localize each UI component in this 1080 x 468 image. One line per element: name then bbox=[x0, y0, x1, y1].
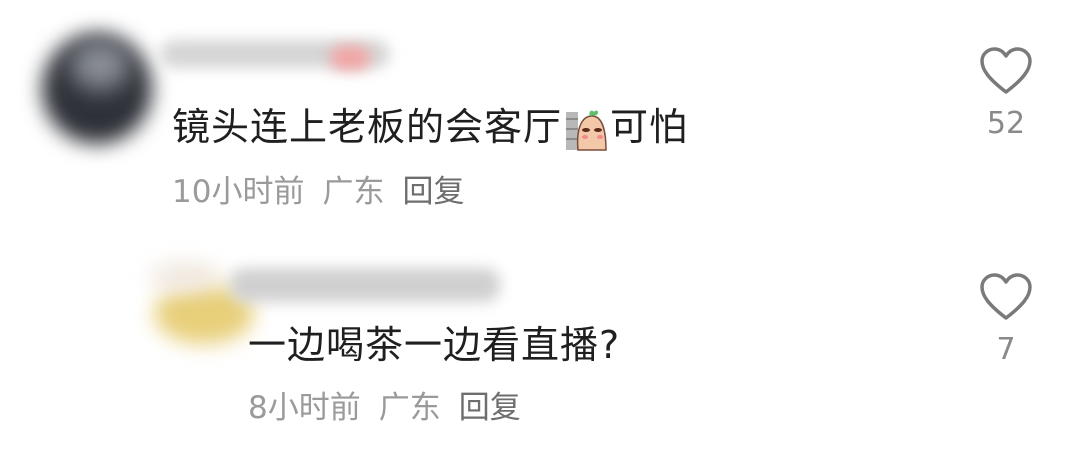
like-count: 52 bbox=[986, 106, 1026, 141]
comment-meta: 10小时前 广东 回复 bbox=[172, 172, 482, 212]
comment-text-part: 镜头连上老板的会客厅 bbox=[172, 105, 563, 149]
like-button[interactable]: 7 bbox=[966, 272, 1046, 368]
comment-text: 镜头连上老板的会客厅 可怕 bbox=[172, 102, 688, 152]
reply-button[interactable]: 回复 bbox=[459, 390, 521, 426]
heart-outline-icon bbox=[980, 273, 1032, 320]
comment-text: 一边喝茶一边看直播? bbox=[248, 323, 621, 367]
like-button[interactable]: 52 bbox=[966, 46, 1046, 142]
username-obscured[interactable] bbox=[220, 254, 510, 324]
like-count: 7 bbox=[996, 332, 1016, 367]
peeking-potato-sticker bbox=[564, 108, 608, 152]
comment-text-part: 可怕 bbox=[610, 105, 689, 149]
avatar[interactable] bbox=[30, 20, 170, 150]
comment-item: 一边喝茶一边看直播? 8小时前 广东 回复 7 bbox=[0, 230, 1080, 468]
comment-item: 镜头连上老板的会客厅 可怕 10小时前 广东 回复 52 bbox=[0, 0, 1080, 230]
reply-button[interactable]: 回复 bbox=[402, 174, 464, 210]
comment-time: 10小时前 bbox=[172, 174, 305, 210]
heart-outline-icon bbox=[980, 47, 1032, 94]
username-obscured[interactable] bbox=[150, 30, 400, 90]
comment-time: 8小时前 bbox=[248, 390, 361, 426]
comment-location: 广东 bbox=[378, 390, 441, 426]
comment-meta: 8小时前 广东 回复 bbox=[248, 388, 539, 428]
comment-location: 广东 bbox=[322, 174, 385, 210]
